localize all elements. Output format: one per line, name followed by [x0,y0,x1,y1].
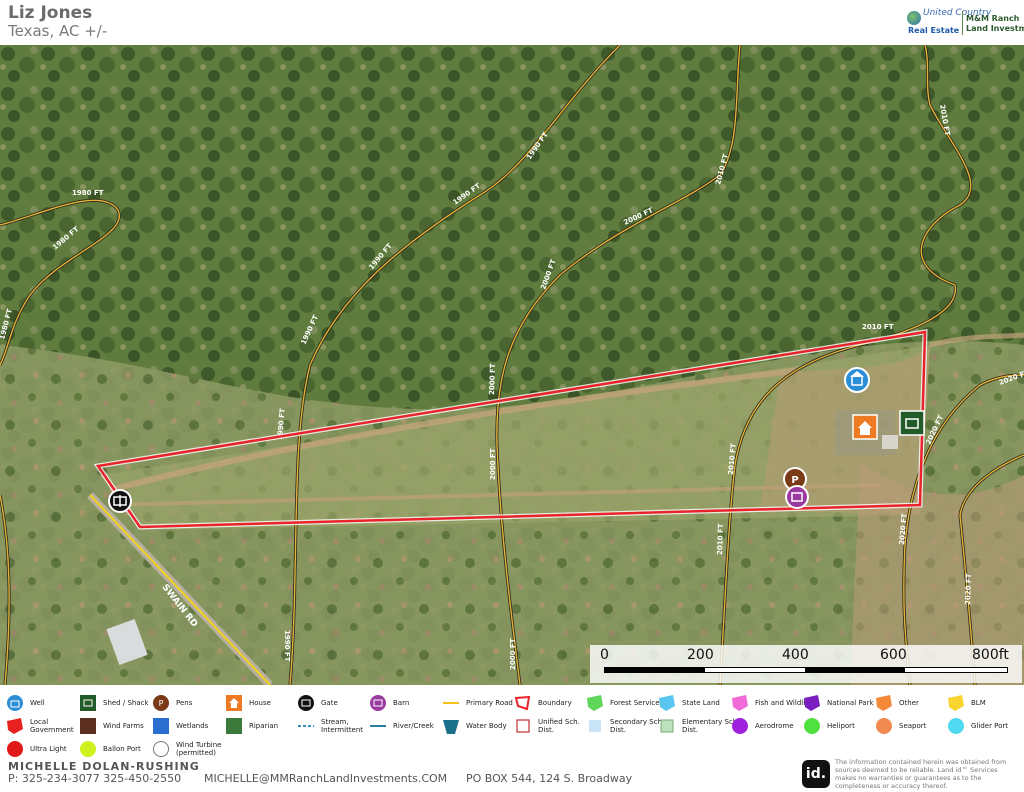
secondary-school-icon [589,720,601,732]
pens-icon: P [153,695,169,711]
other-icon [876,695,892,711]
agent-email[interactable]: MICHELLE@MMRanchLandInvestments.COM [204,772,447,785]
shed-icon [80,695,96,711]
contour-label: 2020 FT [964,573,973,605]
map-legend: Well Shed / Shack P Pens House Gate Barn… [0,685,1024,760]
agent-phone: P: 325-234-3077 325-450-2550 [8,772,182,785]
company-logo: United Country Real Estate M&M Ranch Lan… [905,9,1024,37]
heliport-icon [804,718,820,734]
header: Liz Jones Texas, AC +/- United Country R… [0,0,1024,45]
blm-icon [948,695,964,711]
gate-icon[interactable] [108,489,132,513]
state-land-icon [659,695,675,711]
logo-brand1: M&M Ranch [966,14,1020,23]
scale-label: 600 [880,647,907,663]
scale-bar: 0 200 400 600 800ft [590,645,1022,683]
river-creek-icon [370,725,386,727]
contour-label: 2010 FT [862,323,894,331]
ultra-light-icon [7,741,23,757]
location-text: Texas, AC +/- [8,22,108,40]
ballon-port-icon [80,741,96,757]
disclaimer: The information contained herein was obt… [835,758,1007,790]
barn-icon[interactable] [785,485,809,509]
scale-bar-graphic [604,667,1008,673]
contour-label: 2010 FT [716,523,725,555]
shed-icon[interactable] [899,410,925,436]
local-government-icon [7,718,23,734]
logo-divider [962,11,963,35]
well-icon [7,695,23,711]
contour-label: 2000 FT [489,448,497,480]
wetlands-icon [153,718,169,734]
elementary-school-icon [660,719,674,733]
logo-brand2: Land Investments [966,24,1024,33]
logo-line2: Real Estate [908,26,960,35]
satellite-map[interactable]: 1980 FT 1980 FT 1980 FT 1990 FT 1990 FT … [0,45,1024,685]
svg-text:P: P [159,699,164,708]
boundary-icon [514,695,531,711]
house-icon [226,695,242,711]
unified-school-icon [516,719,530,733]
wind-turbine-icon [153,741,169,757]
national-park-icon [804,695,820,711]
water-body-icon [443,720,459,734]
fish-wildlife-icon [732,695,748,711]
svg-text:P: P [791,475,798,486]
agent-address: PO BOX 544, 124 S. Broadway [466,772,633,785]
contour-label: 1990 FT [283,630,291,662]
seaport-icon [876,718,892,734]
barn-icon [370,695,386,711]
scale-label: 800ft [972,647,1009,663]
landid-logo: id. [802,760,830,788]
primary-road-icon [443,702,459,704]
map-canvas: 1980 FT 1980 FT 1980 FT 1990 FT 1990 FT … [0,45,1024,685]
stream-intermittent-icon [298,725,314,727]
scale-label: 400 [782,647,809,663]
footer: MICHELLE DOLAN-RUSHING P: 325-234-3077 3… [0,758,1024,792]
wind-farms-icon [80,718,96,734]
owner-name: Liz Jones [8,3,93,23]
contour-label: 2000 FT [509,638,517,670]
scale-label: 0 [600,647,609,663]
well-icon[interactable] [844,367,870,393]
aerodrome-icon [732,718,748,734]
gate-icon [298,695,314,711]
contour-label: 2000 FT [488,363,497,395]
contour-label: 1980 FT [72,189,104,197]
forest-service-icon [587,695,603,711]
globe-icon [907,11,921,25]
house-icon[interactable] [852,414,878,440]
scale-label: 200 [687,647,714,663]
riparian-icon [226,718,242,734]
glider-port-icon [948,718,964,734]
